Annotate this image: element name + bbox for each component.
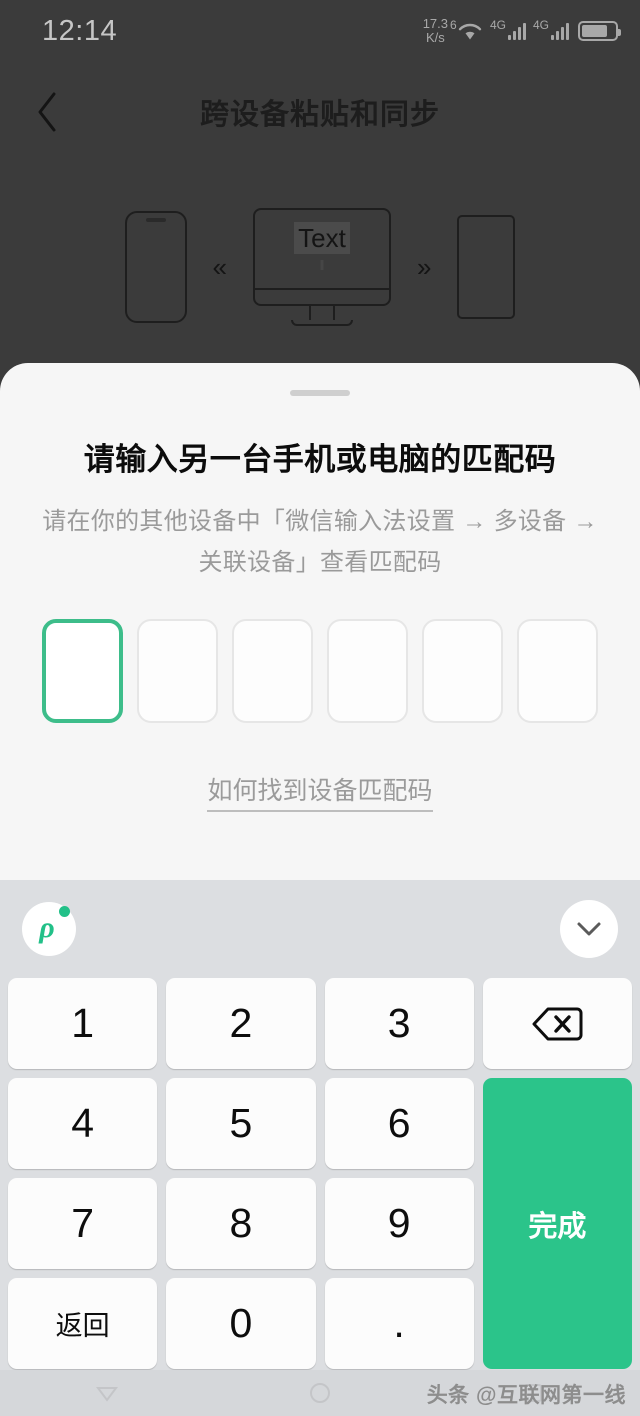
keyboard-toolbar: ρ (0, 880, 640, 978)
key-0[interactable]: 0 (166, 1278, 316, 1369)
key-8[interactable]: 8 (166, 1178, 316, 1269)
chevron-down-icon (577, 922, 601, 936)
monitor-text-selection: Text (294, 222, 350, 254)
tablet-icon (457, 215, 516, 319)
help-link-container: 如何找到设备匹配码 (0, 771, 640, 812)
nav-home-circle-icon[interactable] (306, 1379, 334, 1407)
key-done[interactable]: 完成 (482, 1078, 632, 1369)
otp-box-2[interactable] (137, 619, 218, 723)
key-return[interactable]: 返回 (8, 1278, 158, 1369)
sim2-signal-icon: 4G (533, 18, 569, 40)
sheet-title: 请输入另一台手机或电脑的匹配码 (83, 442, 557, 477)
sim2-bars (551, 22, 569, 40)
key-6[interactable]: 6 (324, 1078, 474, 1169)
key-1[interactable]: 1 (8, 978, 158, 1069)
otp-box-6[interactable] (517, 619, 598, 723)
wifi-icon: 6 (450, 18, 483, 41)
chevron-left-icon (38, 92, 56, 132)
otp-box-3[interactable] (232, 619, 313, 723)
ime-logo-glyph: ρ (39, 911, 55, 944)
page-header: 跨设备粘贴和同步 (0, 62, 640, 162)
cross-device-illustration: « Text » (0, 172, 640, 362)
key-9[interactable]: 9 (324, 1178, 474, 1269)
otp-box-5[interactable] (422, 619, 503, 723)
sheet-subtitle: 请在你的其他设备中「微信输入法设置 → 多设备 → 关联设备」查看匹配码 (42, 508, 598, 576)
sim1-bars (508, 22, 526, 40)
numeric-keyboard: ρ 1 2 3 4 5 6 完成 7 8 9 返回 0 . (0, 880, 640, 1370)
watermark: 头条 @互联网第一线 (426, 1384, 626, 1407)
key-period[interactable]: . (324, 1278, 474, 1369)
network-speed-unit: K/s (425, 30, 445, 45)
monitor-bezel-line (255, 288, 389, 290)
sim1-signal-icon: 4G (490, 18, 526, 40)
sim2-network-label: 4G (533, 18, 550, 32)
text-caret (320, 260, 324, 270)
otp-input-group[interactable] (0, 619, 640, 723)
key-2[interactable]: 2 (166, 978, 316, 1069)
otp-box-1[interactable] (42, 619, 123, 723)
monitor-base (291, 320, 353, 326)
find-pairing-code-link[interactable]: 如何找到设备匹配码 (207, 771, 433, 812)
key-5[interactable]: 5 (166, 1078, 316, 1169)
arrow-left-icon: « (212, 252, 227, 282)
system-nav-bar: 头条 @互联网第一线 (0, 1370, 640, 1416)
phone-icon (124, 211, 187, 323)
ime-logo-dot (59, 906, 70, 917)
key-3[interactable]: 3 (324, 978, 474, 1069)
arrow-right-icon: » (417, 252, 432, 282)
page-title: 跨设备粘贴和同步 (199, 99, 440, 131)
collapse-keyboard-button[interactable] (560, 900, 618, 958)
wifi-generation-label: 6 (450, 18, 457, 32)
phone-screen: 12:14 17.3 K/s 6 4G 4G 跨设备粘贴和同步 « Text »… (0, 0, 640, 1416)
status-bar: 12:14 17.3 K/s 6 4G 4G (0, 0, 640, 62)
back-button[interactable] (20, 85, 74, 139)
monitor-screen: Text (253, 208, 391, 306)
key-7[interactable]: 7 (8, 1178, 158, 1269)
key-4[interactable]: 4 (8, 1078, 158, 1169)
otp-box-4[interactable] (327, 619, 408, 723)
key-backspace[interactable] (482, 978, 632, 1069)
sheet-drag-handle[interactable] (290, 390, 350, 396)
sim1-network-label: 4G (490, 18, 507, 32)
status-icons: 17.3 K/s 6 4G 4G (423, 17, 621, 45)
battery-fill (582, 25, 607, 37)
nav-back-triangle-icon[interactable] (93, 1379, 121, 1407)
pairing-code-sheet: 请输入另一台手机或电脑的匹配码 请在你的其他设备中「微信输入法设置 → 多设备 … (0, 363, 640, 880)
network-speed-value: 17.3 (422, 16, 448, 31)
keyboard-keys: 1 2 3 4 5 6 完成 7 8 9 返回 0 . (0, 978, 640, 1379)
network-speed-indicator: 17.3 K/s (423, 17, 448, 45)
status-clock: 12:14 (42, 14, 118, 47)
monitor-neck (309, 306, 335, 320)
backspace-icon (532, 1007, 583, 1040)
battery-icon (578, 21, 621, 41)
monitor-icon: Text (253, 208, 391, 326)
wifi-glyph (458, 23, 482, 40)
ime-logo-icon[interactable]: ρ (22, 902, 76, 956)
